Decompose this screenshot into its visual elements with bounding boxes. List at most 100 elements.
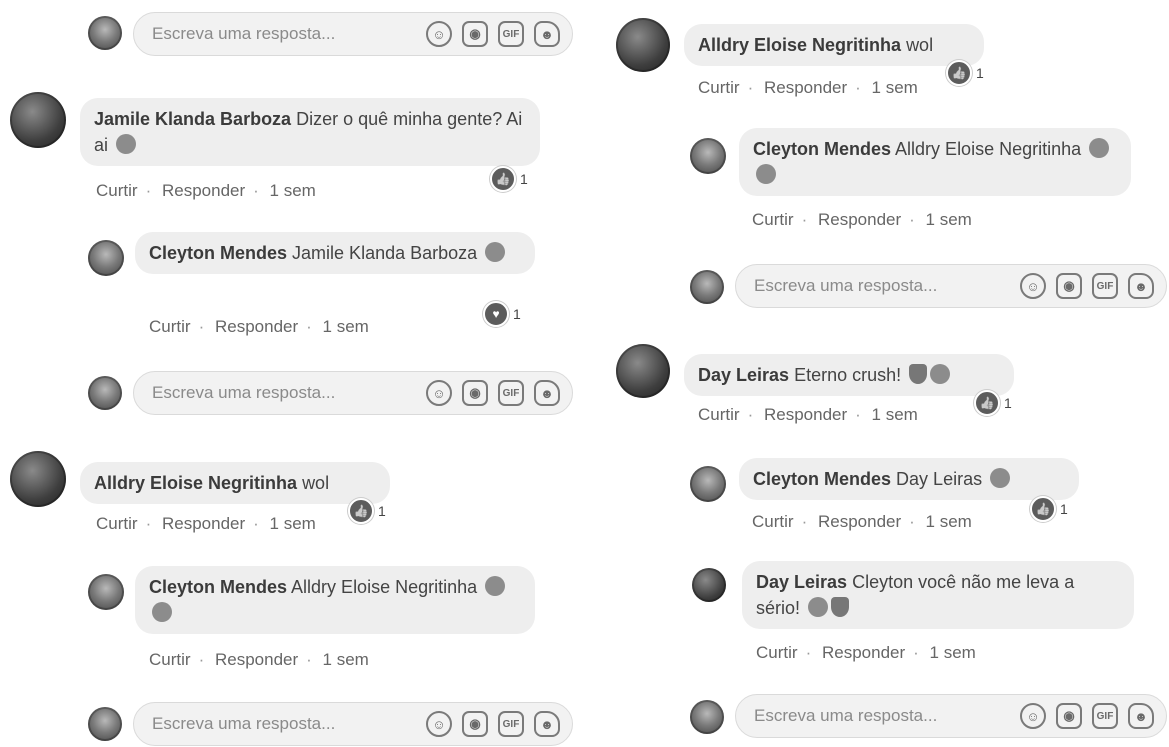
gif-icon[interactable]: GIF [498, 21, 524, 47]
reaction-count[interactable]: 👍 1 [1030, 496, 1068, 522]
sticker-icon[interactable]: ☻ [1128, 703, 1154, 729]
camera-icon[interactable]: ◉ [462, 21, 488, 47]
camera-icon[interactable]: ◉ [462, 711, 488, 737]
reaction-count[interactable]: ♥ 1 [483, 301, 521, 327]
reply-input-box[interactable]: ☺ ◉ GIF ☻ [133, 12, 573, 56]
timestamp[interactable]: 1 sem [926, 512, 972, 531]
timestamp[interactable]: 1 sem [872, 78, 918, 97]
reply-button[interactable]: Responder [822, 643, 905, 662]
gif-icon[interactable]: GIF [498, 380, 524, 406]
comment-text: Eterno crush! [794, 365, 902, 385]
avatar-day-leiras[interactable] [616, 344, 670, 398]
reply-bubble: Cleyton Mendes Day Leiras [739, 458, 1079, 500]
reply-text: Jamile Klanda Barboza [292, 243, 478, 263]
reply-text: Day Leiras [896, 469, 983, 489]
emoji-icon [990, 468, 1011, 488]
reply-input-box[interactable]: ☺ ◉ GIF ☻ [133, 371, 573, 415]
like-button[interactable]: Curtir [752, 512, 794, 531]
timestamp[interactable]: 1 sem [323, 650, 369, 669]
reply-button[interactable]: Responder [162, 181, 245, 200]
reaction-count[interactable]: 👍 1 [490, 166, 528, 192]
emoji-icon[interactable]: ☺ [426, 21, 452, 47]
like-button[interactable]: Curtir [698, 78, 740, 97]
reply-author[interactable]: Cleyton Mendes [753, 139, 891, 159]
user-avatar[interactable] [88, 707, 122, 741]
reply-input-box[interactable]: ☺ ◉ GIF ☻ [735, 694, 1167, 738]
reply-button[interactable]: Responder [162, 514, 245, 533]
user-avatar[interactable] [690, 270, 724, 304]
broken-heart-emoji-icon [831, 597, 850, 617]
like-button[interactable]: Curtir [698, 405, 740, 424]
avatar-day-leiras[interactable] [692, 568, 726, 602]
emoji-icon [930, 364, 951, 384]
reaction-count[interactable]: 👍 1 [946, 60, 984, 86]
comment-author[interactable]: Jamile Klanda Barboza [94, 109, 291, 129]
emoji-icon[interactable]: ☺ [426, 711, 452, 737]
user-avatar[interactable] [88, 376, 122, 410]
avatar-cleyton[interactable] [88, 240, 124, 276]
timestamp[interactable]: 1 sem [926, 210, 972, 229]
reply-button[interactable]: Responder [215, 317, 298, 336]
reply-input[interactable] [150, 713, 418, 735]
timestamp[interactable]: 1 sem [323, 317, 369, 336]
avatar-cleyton[interactable] [690, 138, 726, 174]
sticker-icon[interactable]: ☻ [534, 711, 560, 737]
user-avatar[interactable] [690, 700, 724, 734]
reaction-count[interactable]: 👍 1 [974, 390, 1012, 416]
reply-button[interactable]: Responder [215, 650, 298, 669]
like-button[interactable]: Curtir [96, 181, 138, 200]
avatar-alldry[interactable] [616, 18, 670, 72]
sticker-icon[interactable]: ☻ [534, 21, 560, 47]
like-button[interactable]: Curtir [149, 317, 191, 336]
avatar-alldry[interactable] [10, 451, 66, 507]
gif-icon[interactable]: GIF [498, 711, 524, 737]
gif-icon[interactable]: GIF [1092, 273, 1118, 299]
reaction-count[interactable]: 👍 1 [348, 498, 386, 524]
reply-button[interactable]: Responder [818, 512, 901, 531]
timestamp[interactable]: 1 sem [270, 514, 316, 533]
emoji-icon[interactable]: ☺ [1020, 703, 1046, 729]
like-button[interactable]: Curtir [752, 210, 794, 229]
timestamp[interactable]: 1 sem [872, 405, 918, 424]
timestamp[interactable]: 1 sem [270, 181, 316, 200]
avatar-cleyton[interactable] [690, 466, 726, 502]
camera-icon[interactable]: ◉ [1056, 273, 1082, 299]
like-reaction-icon: 👍 [348, 498, 374, 524]
like-button[interactable]: Curtir [96, 514, 138, 533]
like-button[interactable]: Curtir [149, 650, 191, 669]
reply-input[interactable] [150, 23, 418, 45]
like-reaction-icon: 👍 [1030, 496, 1056, 522]
comment-text: wol [302, 473, 330, 493]
comment-bubble: Alldry Eloise Negritinha wol [80, 462, 390, 504]
reply-input[interactable] [752, 275, 1012, 297]
camera-icon[interactable]: ◉ [462, 380, 488, 406]
reply-author[interactable]: Day Leiras [756, 572, 847, 592]
sticker-icon[interactable]: ☻ [1128, 273, 1154, 299]
avatar-jamile[interactable] [10, 92, 66, 148]
comment-author[interactable]: Alldry Eloise Negritinha [94, 473, 297, 493]
emoji-icon[interactable]: ☺ [1020, 273, 1046, 299]
comment-author[interactable]: Day Leiras [698, 365, 789, 385]
avatar-cleyton[interactable] [88, 574, 124, 610]
reply-author[interactable]: Cleyton Mendes [149, 243, 287, 263]
comment-author[interactable]: Alldry Eloise Negritinha [698, 35, 901, 55]
user-avatar[interactable] [88, 16, 122, 50]
timestamp[interactable]: 1 sem [930, 643, 976, 662]
reply-bubble: Cleyton Mendes Jamile Klanda Barboza [135, 232, 535, 274]
gif-icon[interactable]: GIF [1092, 703, 1118, 729]
reply-button[interactable]: Responder [764, 78, 847, 97]
like-button[interactable]: Curtir [756, 643, 798, 662]
reply-button[interactable]: Responder [764, 405, 847, 424]
emoji-icon[interactable]: ☺ [426, 380, 452, 406]
reply-button[interactable]: Responder [818, 210, 901, 229]
reply-input-box[interactable]: ☺ ◉ GIF ☻ [133, 702, 573, 746]
sticker-icon[interactable]: ☻ [534, 380, 560, 406]
comment-bubble: Jamile Klanda Barboza Dizer o quê minha … [80, 98, 540, 166]
reply-input-box[interactable]: ☺ ◉ GIF ☻ [735, 264, 1167, 308]
emoji-icon [485, 576, 506, 596]
reply-author[interactable]: Cleyton Mendes [753, 469, 891, 489]
reply-input[interactable] [752, 705, 1012, 727]
camera-icon[interactable]: ◉ [1056, 703, 1082, 729]
reply-author[interactable]: Cleyton Mendes [149, 577, 287, 597]
reply-input[interactable] [150, 382, 418, 404]
